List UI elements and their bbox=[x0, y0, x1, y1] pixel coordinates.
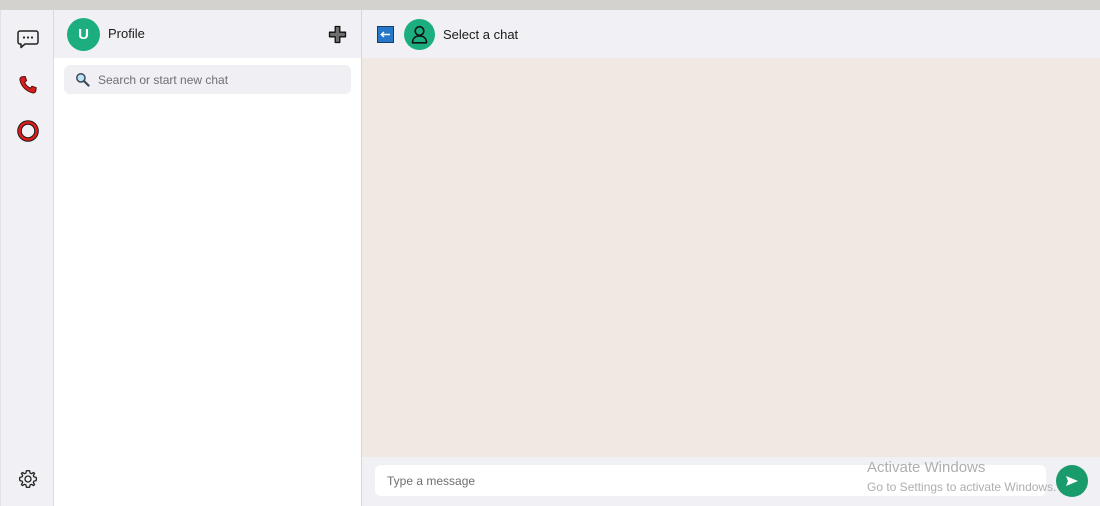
chat-app: U Profile Search or start new chat Selec… bbox=[0, 10, 1100, 506]
user-icon bbox=[411, 25, 428, 44]
chat-list-pane: U Profile bbox=[54, 10, 362, 506]
window-top-strip bbox=[0, 0, 1100, 10]
search-icon bbox=[76, 73, 90, 87]
chats-nav-button[interactable] bbox=[15, 26, 41, 52]
arrow-left-icon bbox=[380, 31, 390, 38]
message-composer bbox=[362, 457, 1100, 506]
chat-header: Select a chat bbox=[362, 10, 1100, 58]
profile-avatar[interactable]: U bbox=[67, 18, 100, 51]
contact-avatar[interactable] bbox=[404, 19, 435, 50]
chat-icon bbox=[17, 30, 39, 49]
new-chat-button[interactable] bbox=[328, 25, 347, 44]
chat-main-pane: Select a chat Activate Windows Go to Set… bbox=[362, 10, 1100, 506]
profile-label[interactable]: Profile bbox=[108, 26, 145, 41]
chat-search bbox=[64, 65, 351, 94]
send-button[interactable] bbox=[1056, 465, 1088, 497]
status-nav-button[interactable] bbox=[15, 118, 41, 144]
calls-nav-button[interactable] bbox=[15, 72, 41, 98]
status-icon bbox=[17, 120, 39, 142]
chat-title: Select a chat bbox=[443, 27, 519, 42]
phone-icon bbox=[19, 75, 37, 94]
message-input[interactable] bbox=[375, 465, 1046, 496]
nav-rail bbox=[0, 10, 54, 506]
plus-icon bbox=[328, 25, 347, 44]
back-button[interactable] bbox=[377, 26, 394, 43]
search-input[interactable] bbox=[98, 65, 343, 94]
chat-list-header: U Profile bbox=[54, 10, 361, 58]
settings-icon bbox=[18, 469, 38, 489]
settings-nav-button[interactable] bbox=[15, 466, 41, 492]
send-icon bbox=[1066, 476, 1078, 486]
